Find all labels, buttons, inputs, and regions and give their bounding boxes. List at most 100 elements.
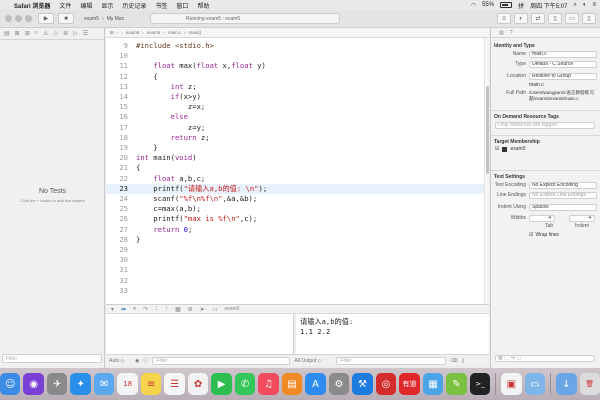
menu-bookmarks[interactable]: 书签 [155, 1, 167, 10]
find-navigator-icon[interactable]: ⌕ [35, 30, 38, 37]
breadcrumb-symbol[interactable]: main() [189, 30, 202, 35]
info-icon[interactable]: ⓘ [143, 357, 148, 364]
line-number[interactable]: 9 [106, 41, 128, 51]
forward-arrow-icon[interactable]: › [121, 30, 123, 35]
trash-icon[interactable]: 🗑 [579, 373, 600, 395]
app-store-icon[interactable]: A [305, 373, 326, 395]
step-over-icon[interactable]: ↷ [143, 306, 148, 313]
facetime-icon[interactable]: ▶ [211, 373, 232, 395]
line-number[interactable]: 15 [106, 102, 128, 112]
chat-icon[interactable]: ✎ [446, 373, 467, 395]
siri-icon[interactable]: ◉ [23, 373, 44, 395]
back-arrow-icon[interactable]: ‹ [117, 30, 119, 35]
messages-icon[interactable]: ✆ [234, 373, 256, 395]
indent-using-select[interactable]: Spaces [529, 203, 597, 211]
console-filter-input[interactable]: Filter [336, 356, 447, 365]
indent-width-field[interactable]: 4 [569, 214, 595, 222]
launchpad-icon[interactable]: ✈ [46, 373, 68, 395]
system-preferences-icon[interactable]: ⚙ [328, 373, 350, 395]
variables-filter-input[interactable]: Filter [152, 356, 291, 365]
code-line[interactable]: 32 [106, 276, 484, 286]
menu-help[interactable]: 帮助 [197, 1, 209, 10]
line-number[interactable]: 11 [106, 61, 128, 71]
finder-icon[interactable]: ☺ [0, 373, 21, 395]
toggle-navigator-button[interactable]: ▯ [548, 13, 562, 24]
code-line[interactable]: 25 c=max(a,b); [106, 204, 484, 214]
line-number[interactable]: 14 [106, 92, 128, 102]
line-number[interactable]: 29 [106, 245, 128, 255]
breadcrumb-folder[interactable]: exam5 [147, 30, 161, 35]
debug-navigator-icon[interactable]: ≣ [63, 30, 68, 37]
netease-music-icon[interactable]: ◎ [375, 373, 397, 395]
tab-width-field[interactable]: 4 [529, 214, 555, 222]
type-select[interactable]: Default - C Source [529, 60, 597, 68]
line-number[interactable]: 19 [106, 143, 128, 153]
line-number[interactable]: 26 [106, 214, 128, 224]
memory-graph-icon[interactable]: ⊛ [188, 306, 193, 313]
code-line[interactable]: 21 { [106, 163, 484, 173]
code-line[interactable]: 11 float max(float x,float y) [106, 61, 484, 71]
code-line[interactable]: 20 int main(void) [106, 153, 484, 163]
menu-safari[interactable]: Safari 浏览器 [14, 1, 50, 10]
code-line[interactable]: 19 } [106, 143, 484, 153]
library-filter-input[interactable]: ▦ ◯ ⊞ ▢ [495, 354, 595, 362]
line-number[interactable]: 28 [106, 235, 128, 245]
line-number[interactable]: 30 [106, 255, 128, 265]
target-checkbox[interactable]: ☑ [495, 146, 499, 152]
line-number[interactable]: 25 [106, 204, 128, 214]
assistant-editor-button[interactable]: ◐ [514, 13, 528, 24]
code-line[interactable]: 29 [106, 245, 484, 255]
line-number[interactable]: 24 [106, 194, 128, 204]
version-editor-button[interactable]: ⇄ [531, 13, 545, 24]
hide-debug-area-icon[interactable]: ▾ [111, 306, 114, 313]
code-line[interactable]: 14 if(x>y) [106, 92, 484, 102]
line-number[interactable]: 13 [106, 82, 128, 92]
line-number[interactable]: 23 [106, 184, 128, 194]
odr-tags-field[interactable]: Only resources are tagged [495, 121, 595, 129]
code-line[interactable]: 13 int z; [106, 82, 484, 92]
mail-icon[interactable]: ✉ [93, 373, 115, 395]
menu-window[interactable]: 窗口 [176, 1, 188, 10]
editor-scroll-thumb[interactable] [486, 86, 489, 174]
folder-icon[interactable]: ▭ [524, 373, 546, 395]
preview-icon[interactable]: ▦ [422, 373, 444, 395]
close-window-button[interactable] [5, 15, 12, 22]
line-number[interactable]: 16 [106, 112, 128, 122]
line-number[interactable]: 33 [106, 286, 128, 296]
quick-look-icon[interactable]: ◉ [135, 358, 139, 364]
symbol-navigator-icon[interactable]: ⊞ [25, 30, 30, 37]
line-number[interactable]: 20 [106, 153, 128, 163]
toggle-debug-button[interactable]: ▭ [565, 13, 579, 24]
downloads-icon[interactable]: ↓ [556, 373, 577, 395]
issue-navigator-icon[interactable]: ⚠ [43, 30, 48, 37]
code-line[interactable]: 18 return z; [106, 133, 484, 143]
youdao-icon[interactable]: 有道 [399, 373, 420, 395]
location-select[interactable]: Relative to Group [529, 72, 597, 80]
menu-edit[interactable]: 编辑 [80, 1, 92, 10]
wrap-lines-checkbox[interactable]: ☑ [529, 232, 533, 238]
music-icon[interactable]: ♫ [258, 373, 279, 395]
code-line[interactable]: 30 [106, 255, 484, 265]
breadcrumb-file[interactable]: main.c [168, 30, 181, 35]
split-view-icon[interactable]: ▯ [461, 358, 464, 364]
pause-icon[interactable]: ⏸ [133, 306, 136, 313]
battery-percent[interactable]: 55% [482, 2, 494, 8]
input-method-icon[interactable]: 拼 [518, 1, 524, 10]
line-number[interactable]: 21 [106, 163, 128, 173]
user-icon[interactable]: ◐ [583, 2, 587, 8]
console-output[interactable]: 请输入a,b的值: 1.1 2.2 [296, 314, 489, 354]
menu-view[interactable]: 显示 [101, 1, 113, 10]
notification-center-icon[interactable]: ≡ [592, 2, 596, 8]
quick-help-icon[interactable]: ? [510, 30, 513, 36]
clock[interactable]: 周四 下午5:07 [530, 1, 567, 10]
scheme-selector[interactable]: exam5 › My Mac [84, 13, 144, 24]
editor-scrollbar[interactable] [484, 38, 489, 304]
trash-icon[interactable]: ⌫ [450, 358, 457, 364]
code-line[interactable]: 24 scanf("%f\n%f\n",&a,&b); [106, 194, 484, 204]
line-number[interactable]: 12 [106, 72, 128, 82]
reminders-icon[interactable]: ☰ [164, 373, 185, 395]
safari-icon[interactable]: ✦ [70, 373, 91, 395]
minimize-window-button[interactable] [15, 15, 22, 22]
breadcrumb-project[interactable]: exam5 [126, 30, 140, 35]
standard-editor-button[interactable]: ≡ [497, 13, 511, 24]
